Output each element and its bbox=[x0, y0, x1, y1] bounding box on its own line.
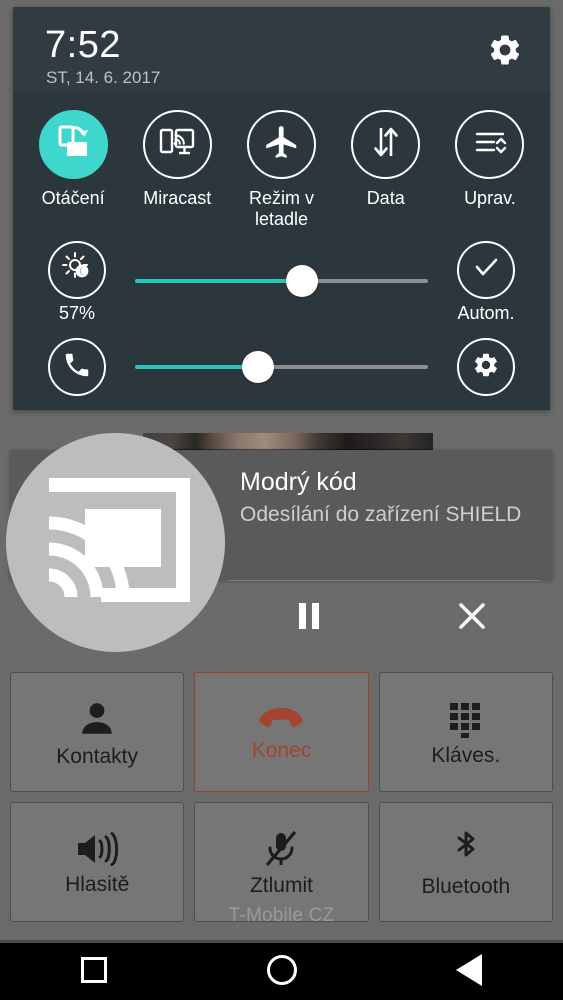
cast-icon bbox=[41, 475, 191, 610]
toggle-data-label: Data bbox=[366, 188, 405, 208]
dialpad-label: Kláves. bbox=[431, 743, 501, 767]
back-button[interactable] bbox=[375, 954, 563, 986]
contacts-button[interactable]: Kontakty bbox=[10, 672, 185, 792]
tune-sliders-icon bbox=[472, 127, 508, 162]
clock-time: 7:52 bbox=[45, 24, 121, 66]
brightness-slider[interactable] bbox=[135, 253, 428, 309]
toggle-edit[interactable]: Uprav. bbox=[438, 110, 542, 230]
edit-tile-circle bbox=[455, 110, 525, 179]
dialpad-icon bbox=[446, 699, 486, 739]
volume-slider-row bbox=[13, 324, 550, 410]
brightness-slider-row: 57% Autom. bbox=[13, 238, 550, 324]
volume-settings[interactable] bbox=[434, 338, 538, 397]
in-call-row-1: Kontakty Konec Kláves. bbox=[10, 672, 553, 792]
home-circle-icon bbox=[266, 955, 297, 985]
brightness-indicator[interactable]: 57% bbox=[25, 240, 129, 323]
end-call-icon bbox=[258, 704, 304, 734]
bluetooth-button[interactable]: Bluetooth bbox=[378, 802, 553, 922]
mic-off-icon bbox=[261, 829, 301, 869]
toggle-data[interactable]: Data bbox=[334, 110, 438, 230]
end-call-label: Konec bbox=[251, 738, 312, 762]
toggle-miracast[interactable]: Miracast bbox=[125, 110, 229, 230]
notification-actions bbox=[228, 581, 553, 656]
data-tile-circle bbox=[351, 110, 421, 179]
notification-app-badge bbox=[6, 433, 225, 652]
speaker-label: Hlasitě bbox=[65, 872, 130, 896]
notification-title: Modrý kód bbox=[240, 468, 357, 496]
brightness-auto-icon bbox=[60, 250, 94, 289]
in-call-row-2: Hlasitě Ztlumit Bluetooth bbox=[10, 802, 553, 922]
phone-call-icon bbox=[62, 350, 92, 385]
carrier-label: T-Mobile CZ bbox=[228, 905, 335, 926]
toggle-miracast-label: Miracast bbox=[143, 188, 212, 208]
android-screen: Kontakty Konec Kláves. Hlasitě Ztlumit B… bbox=[0, 0, 563, 1000]
rotation-tile-circle bbox=[38, 110, 108, 179]
end-call-button[interactable]: Konec bbox=[194, 672, 369, 792]
quick-settings-header: 7:52 ST, 14. 6. 2017 bbox=[13, 7, 550, 94]
auto-label: Autom. bbox=[457, 302, 515, 323]
auto-circle bbox=[457, 240, 515, 299]
toggle-airplane[interactable]: Režim v letadle bbox=[229, 110, 333, 230]
home-button[interactable] bbox=[188, 955, 376, 985]
volume-circle bbox=[48, 338, 106, 397]
recents-button[interactable] bbox=[0, 957, 188, 983]
data-transfer-arrows-icon bbox=[369, 124, 403, 165]
volume-slider[interactable] bbox=[135, 339, 428, 395]
quick-settings-panel: 7:52 ST, 14. 6. 2017 Otáčení Miracast Re… bbox=[13, 7, 550, 411]
brightness-auto-toggle[interactable]: Autom. bbox=[434, 240, 538, 323]
pause-icon bbox=[296, 601, 322, 636]
notification-subtitle: Odesílání do zařízení SHIELD bbox=[240, 503, 522, 526]
speaker-icon bbox=[75, 830, 119, 868]
cast-notification[interactable]: Modrý kód Odesílání do zařízení SHIELD bbox=[6, 433, 553, 652]
airplane-icon bbox=[263, 123, 301, 166]
brightness-circle bbox=[48, 240, 106, 299]
mute-label: Ztlumit bbox=[249, 873, 313, 897]
miracast-tile-circle bbox=[142, 110, 212, 179]
dialpad-button[interactable]: Kláves. bbox=[378, 672, 553, 792]
contact-person-icon bbox=[76, 698, 118, 740]
recents-square-icon bbox=[80, 957, 107, 983]
toggle-airplane-label: Režim v letadle bbox=[248, 188, 314, 230]
screen-rotation-icon bbox=[54, 123, 92, 166]
cast-screen-icon bbox=[158, 125, 196, 164]
brightness-value: 57% bbox=[58, 302, 96, 323]
toggle-rotation-label: Otáčení bbox=[41, 188, 105, 208]
gear-icon bbox=[472, 351, 500, 384]
airplane-tile-circle bbox=[247, 110, 316, 179]
contacts-label: Kontakty bbox=[56, 744, 139, 768]
mute-button[interactable]: Ztlumit bbox=[194, 802, 369, 922]
notification-pause-button[interactable] bbox=[228, 581, 391, 656]
toggle-rotation[interactable]: Otáčení bbox=[21, 110, 125, 230]
brightness-track-fill bbox=[135, 279, 302, 284]
navigation-bar bbox=[0, 940, 563, 1000]
volume-settings-circle bbox=[457, 338, 515, 397]
volume-thumb[interactable] bbox=[242, 351, 275, 384]
brightness-thumb[interactable] bbox=[286, 265, 318, 298]
toggle-edit-label: Uprav. bbox=[464, 188, 516, 208]
volume-indicator[interactable] bbox=[25, 338, 129, 397]
clock-date: ST, 14. 6. 2017 bbox=[46, 68, 161, 87]
volume-track-fill bbox=[135, 365, 259, 370]
in-call-button-grid: Kontakty Konec Kláves. Hlasitě Ztlumit B… bbox=[10, 672, 553, 932]
speaker-button[interactable]: Hlasitě bbox=[10, 802, 185, 922]
back-triangle-icon bbox=[456, 954, 483, 986]
notification-close-button[interactable] bbox=[391, 581, 554, 656]
settings-gear-icon[interactable] bbox=[487, 32, 523, 68]
bluetooth-label: Bluetooth bbox=[421, 874, 511, 898]
bluetooth-icon bbox=[449, 828, 483, 870]
close-icon bbox=[457, 601, 487, 636]
check-icon bbox=[471, 252, 501, 287]
quick-settings-toggles: Otáčení Miracast Režim v letadle Data Up… bbox=[13, 94, 550, 238]
